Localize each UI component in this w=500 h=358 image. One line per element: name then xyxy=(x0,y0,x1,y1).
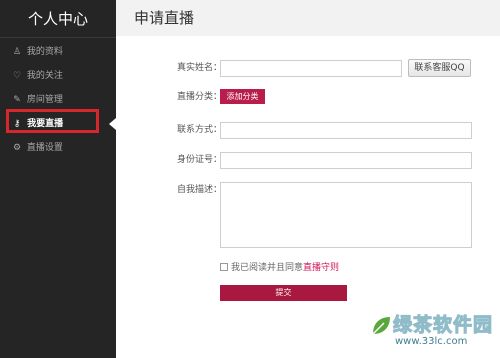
sidebar-item-go-live[interactable]: ⚷ 我要直播 xyxy=(0,112,116,136)
sidebar-item-label: 房间管理 xyxy=(26,95,63,105)
agree-text: 我已阅读并且同意 xyxy=(231,263,304,273)
heart-icon: ♡ xyxy=(12,71,22,81)
wrench-icon: ✎ xyxy=(13,95,21,105)
sidebar-item-label: 直播设置 xyxy=(26,143,63,153)
real-name-field[interactable] xyxy=(220,60,402,77)
sidebar-item-room-management[interactable]: ✎ 房间管理 xyxy=(0,88,116,112)
contact-label: 联系方式： xyxy=(176,125,222,135)
sidebar-item-label: 我要直播 xyxy=(27,119,64,129)
agree-line: 我已阅读并且同意直播守则 xyxy=(220,262,339,274)
real-name-label: 真实姓名： xyxy=(176,63,222,73)
category-label: 直播分类： xyxy=(176,92,222,102)
id-number-field[interactable] xyxy=(220,152,472,169)
sidebar-item-profile[interactable]: ♙ 我的资料 xyxy=(0,40,116,64)
gear-icon: ⚙ xyxy=(12,143,22,153)
live-rules-link[interactable]: 直播守则 xyxy=(303,263,339,273)
contact-field[interactable] xyxy=(220,122,472,139)
description-label: 自我描述： xyxy=(176,185,222,195)
user-icon: ♙ xyxy=(12,47,22,57)
submit-button[interactable]: 提交 xyxy=(220,285,347,301)
sidebar-menu: ♙ 我的资料 ♡ 我的关注 ✎ 房间管理 ⚷ 我要直播 ⚙ 直播设置 xyxy=(0,40,116,160)
watermark-text: 绿茶软件园 xyxy=(392,314,494,337)
sidebar-title: 个人中心 xyxy=(0,0,116,38)
id-number-label: 身份证号： xyxy=(176,155,222,165)
sidebar: 个人中心 ♙ 我的资料 ♡ 我的关注 ✎ 房间管理 ⚷ 我要直播 ⚙ 直播设置 xyxy=(0,0,116,358)
main-content: 申请直播 真实姓名： 联系客服QQ 直播分类： 添加分类 联系方式： 身份证号：… xyxy=(116,0,500,358)
page-title: 申请直播 xyxy=(116,0,500,36)
sidebar-item-label: 我的资料 xyxy=(26,47,63,57)
key-icon: ⚷ xyxy=(13,119,21,129)
add-category-button[interactable]: 添加分类 xyxy=(220,89,265,104)
agree-checkbox[interactable] xyxy=(220,263,228,271)
watermark: 绿茶软件园 www.33lc.com xyxy=(369,310,494,350)
sidebar-item-following[interactable]: ♡ 我的关注 xyxy=(0,64,116,88)
sidebar-item-label: 我的关注 xyxy=(26,71,63,81)
leaf-logo-icon xyxy=(372,317,390,335)
contact-qq-button[interactable]: 联系客服QQ xyxy=(408,59,471,77)
sidebar-item-live-settings[interactable]: ⚙ 直播设置 xyxy=(0,136,116,160)
description-field[interactable] xyxy=(220,182,472,248)
watermark-url: www.33lc.com xyxy=(395,336,468,347)
